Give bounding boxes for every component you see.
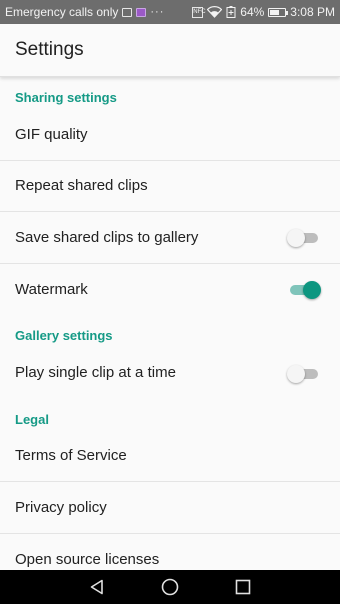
carrier-text: Emergency calls only — [5, 5, 119, 19]
battery-saver-icon — [226, 6, 236, 18]
notification-image-icon — [122, 7, 133, 17]
category-legal: Legal — [15, 411, 49, 427]
settings-list: Sharing settings GIF quality Repeat shar… — [0, 77, 340, 585]
recents-square-icon — [236, 579, 251, 595]
notification-app-icon — [136, 7, 147, 17]
setting-repeat-shared-clips[interactable]: Repeat shared clips — [0, 161, 340, 212]
battery-icon — [268, 7, 289, 17]
setting-privacy-policy[interactable]: Privacy policy — [0, 482, 340, 534]
recents-button[interactable] — [232, 576, 254, 598]
setting-label: Privacy policy — [15, 498, 107, 516]
more-notifications-icon: ··· — [150, 6, 165, 18]
setting-label: Terms of Service — [15, 447, 127, 465]
back-triangle-icon — [90, 579, 103, 595]
save-to-gallery-switch[interactable] — [287, 227, 321, 248]
setting-label: Watermark — [15, 280, 88, 298]
setting-gif-quality[interactable]: GIF quality — [0, 109, 340, 161]
nfc-icon: NFC — [192, 6, 206, 18]
battery-percent: 64% — [240, 5, 265, 19]
home-circle-icon — [161, 578, 179, 596]
category-sharing-settings: Sharing settings — [15, 90, 117, 105]
setting-label: Save shared clips to gallery — [15, 228, 199, 246]
setting-label: Repeat shared clips — [15, 177, 148, 195]
clock: 3:08 PM — [290, 5, 335, 19]
setting-save-to-gallery[interactable]: Save shared clips to gallery — [0, 212, 340, 264]
single-clip-switch[interactable] — [287, 363, 321, 383]
switch-thumb — [303, 281, 321, 300]
setting-label: Play single clip at a time — [15, 364, 176, 382]
setting-watermark[interactable]: Watermark — [0, 264, 340, 316]
setting-play-single-clip[interactable]: Play single clip at a time — [0, 347, 340, 399]
switch-thumb — [287, 364, 305, 383]
setting-label: Open source licenses — [15, 550, 160, 568]
back-button[interactable] — [86, 576, 108, 598]
status-bar: Emergency calls only ··· NFC 64% 3:08 PM — [0, 0, 340, 24]
app-bar: Settings — [0, 24, 340, 77]
home-button[interactable] — [159, 576, 181, 598]
wifi-icon — [207, 6, 223, 18]
setting-terms-of-service[interactable]: Terms of Service — [0, 431, 340, 482]
navigation-bar — [0, 570, 340, 604]
category-gallery-settings: Gallery settings — [15, 328, 113, 343]
setting-label: GIF quality — [15, 125, 88, 143]
page-title: Settings — [15, 39, 84, 60]
watermark-switch[interactable] — [287, 279, 321, 300]
switch-thumb — [287, 229, 305, 248]
